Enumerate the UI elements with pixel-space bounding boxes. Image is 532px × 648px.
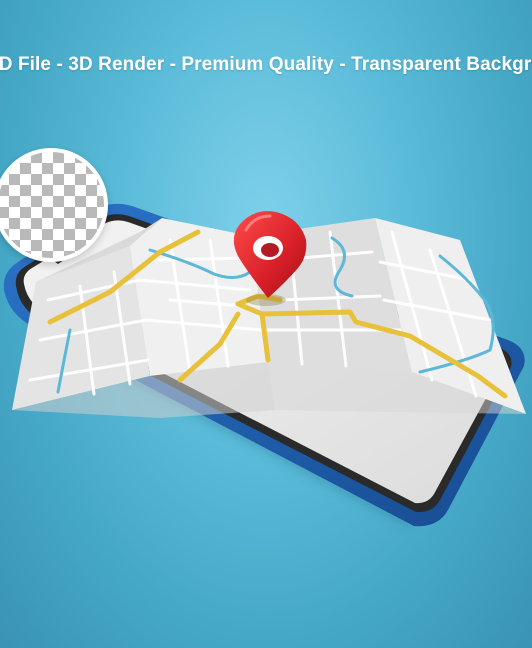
phone-map-illustration	[3, 203, 526, 527]
product-image-canvas: SD File - 3D Render - Premium Quality - …	[0, 0, 532, 648]
